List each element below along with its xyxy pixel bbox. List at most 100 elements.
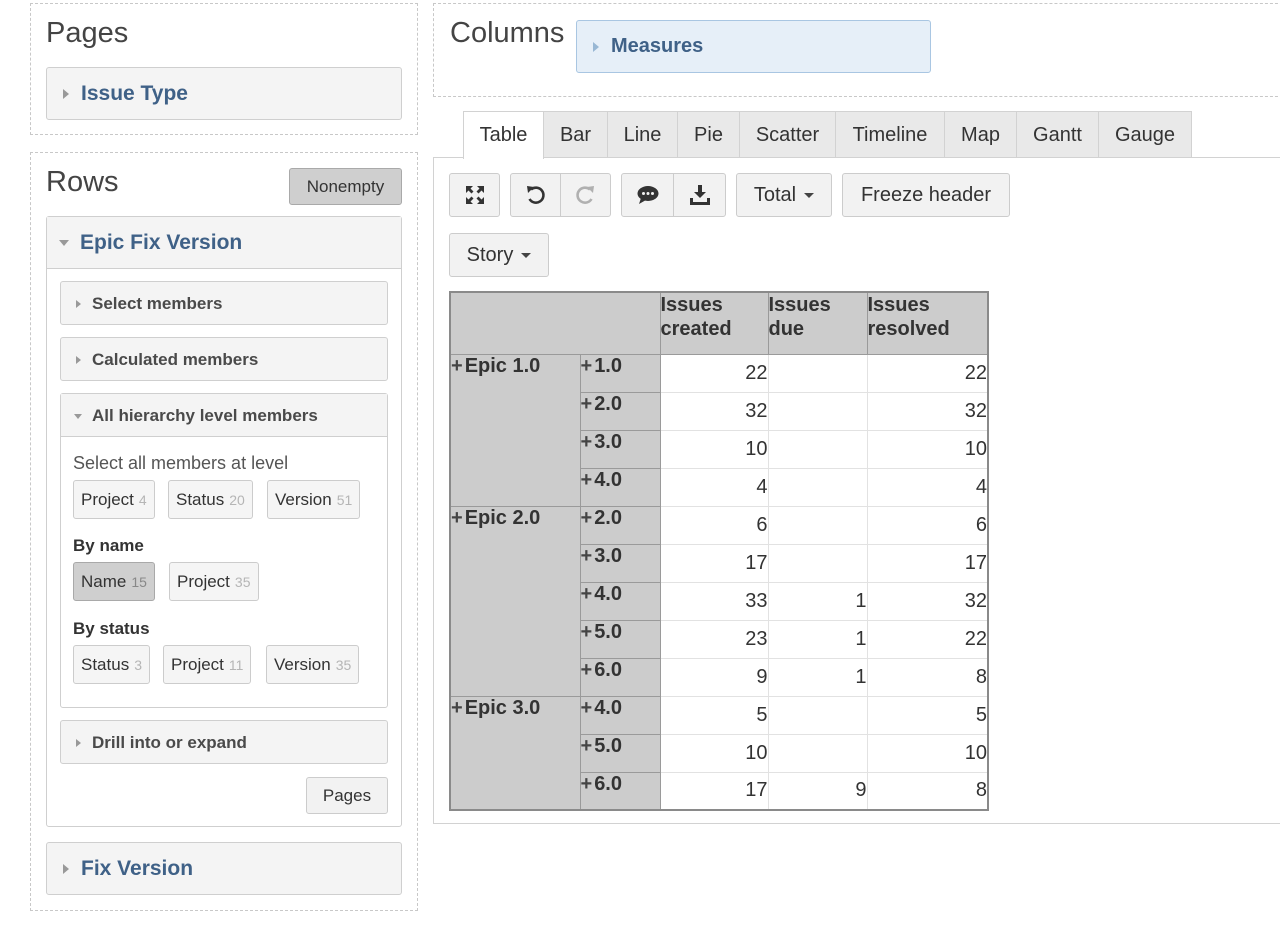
expand-plus-icon[interactable]: + (581, 621, 593, 643)
fix-version-dimension[interactable]: Fix Version (46, 842, 402, 895)
tab-line[interactable]: Line (607, 111, 678, 158)
expand-plus-icon[interactable]: + (581, 545, 593, 567)
column-header[interactable]: Issues created (659, 291, 769, 355)
by-status-chip-project[interactable]: Project 11 (163, 645, 252, 684)
comment-button[interactable] (622, 174, 674, 216)
version-name: 1.0 (594, 354, 622, 377)
table-body: + Epic 1.0 +1.0 22 22 +2.0 32 32 +3.0 10 10 +4.0 4 4 +… (449, 353, 989, 811)
tab-gantt[interactable]: Gantt (1016, 111, 1099, 158)
cell-created: 5 (659, 695, 769, 735)
cell-due (767, 505, 868, 545)
pages-button[interactable]: Pages (306, 777, 388, 814)
epic-fix-version-label: Epic Fix Version (80, 231, 243, 254)
expand-plus-icon[interactable]: + (581, 431, 593, 453)
expand-plus-icon[interactable]: + (581, 697, 593, 719)
freeze-header-button[interactable]: Freeze header (842, 173, 1010, 217)
tab-timeline[interactable]: Timeline (835, 111, 945, 158)
version-row-header[interactable]: +3.0 (579, 543, 661, 583)
all-hierarchy-header[interactable]: All hierarchy level members (61, 394, 387, 437)
cell-resolved: 32 (866, 391, 989, 431)
expand-plus-icon[interactable]: + (581, 735, 593, 757)
version-row-header[interactable]: +5.0 (579, 619, 661, 659)
cell-resolved: 10 (866, 429, 989, 469)
expand-plus-icon[interactable]: + (451, 697, 463, 719)
chip-count: 3 (134, 657, 142, 673)
tab-bar[interactable]: Bar (543, 111, 608, 158)
expand-plus-icon[interactable]: + (451, 355, 463, 377)
total-dropdown[interactable]: Total (736, 173, 832, 217)
tab-table[interactable]: Table (463, 111, 544, 159)
expand-plus-icon[interactable]: + (581, 773, 593, 795)
column-header[interactable]: Issues due (767, 291, 868, 355)
by-name-chip-project[interactable]: Project 35 (169, 562, 259, 601)
version-name: 3.0 (594, 544, 622, 567)
expand-plus-icon[interactable]: + (581, 583, 593, 605)
by-status-chip-version[interactable]: Version 35 (266, 645, 360, 684)
cell-resolved: 10 (866, 733, 989, 773)
expand-plus-icon[interactable]: + (581, 469, 593, 491)
collapse-down-icon (74, 414, 82, 419)
fullscreen-button[interactable] (449, 173, 500, 217)
measures-dimension[interactable]: Measures (576, 20, 931, 73)
by-status-label: By status (73, 619, 150, 638)
version-row-header[interactable]: +4.0 (579, 467, 661, 507)
cell-created: 23 (659, 619, 769, 659)
version-row-header[interactable]: +2.0 (579, 505, 661, 545)
version-name: 6.0 (594, 772, 622, 795)
select-members-section[interactable]: Select members (60, 281, 388, 325)
by-status-chip-status[interactable]: Status 3 (73, 645, 150, 684)
epic-fix-version-header[interactable]: Epic Fix Version (47, 217, 401, 269)
expand-right-icon (76, 739, 81, 747)
cell-due (767, 391, 868, 431)
story-dropdown[interactable]: Story (449, 233, 549, 277)
tab-pie[interactable]: Pie (677, 111, 740, 158)
rows-title: Rows (46, 166, 119, 198)
level-chip-version[interactable]: Version 51 (267, 480, 361, 519)
epic-row-header[interactable]: + Epic 2.0 (449, 505, 581, 697)
calculated-members-section[interactable]: Calculated members (60, 337, 388, 381)
cell-resolved: 5 (866, 695, 989, 735)
version-row-header[interactable]: +3.0 (579, 429, 661, 469)
version-row-header[interactable]: +2.0 (579, 391, 661, 431)
issue-type-dimension[interactable]: Issue Type (46, 67, 402, 120)
by-name-chip-name[interactable]: Name 15 (73, 562, 155, 601)
tab-gauge[interactable]: Gauge (1098, 111, 1192, 158)
column-header[interactable]: Issues resolved (866, 291, 989, 355)
expand-plus-icon[interactable]: + (451, 507, 463, 529)
cell-created: 10 (659, 429, 769, 469)
drill-into-section[interactable]: Drill into or expand (60, 720, 388, 764)
version-row-header[interactable]: +5.0 (579, 733, 661, 773)
version-name: 4.0 (594, 468, 622, 491)
cell-resolved: 8 (866, 771, 989, 811)
download-button[interactable] (674, 174, 725, 216)
expand-plus-icon[interactable]: + (581, 507, 593, 529)
version-row-header[interactable]: +6.0 (579, 657, 661, 697)
version-row-header[interactable]: +1.0 (579, 353, 661, 393)
version-row-header[interactable]: +6.0 (579, 771, 661, 811)
tab-map[interactable]: Map (944, 111, 1017, 158)
cell-due (767, 353, 868, 393)
columns-title: Columns (450, 17, 565, 49)
expand-plus-icon[interactable]: + (581, 393, 593, 415)
version-row-header[interactable]: +4.0 (579, 695, 661, 735)
nonempty-button[interactable]: Nonempty (289, 168, 402, 205)
level-chip-status[interactable]: Status 20 (168, 480, 253, 519)
epic-row-header[interactable]: + Epic 3.0 (449, 695, 581, 811)
chip-count: 15 (131, 574, 147, 590)
level-chip-project[interactable]: Project 4 (73, 480, 155, 519)
cell-due (767, 695, 868, 735)
undo-button[interactable] (511, 174, 561, 216)
measures-label: Measures (611, 35, 704, 57)
redo-button[interactable] (561, 174, 610, 216)
expand-right-icon (76, 300, 81, 308)
expand-plus-icon[interactable]: + (581, 659, 593, 681)
cell-resolved: 17 (866, 543, 989, 583)
columns-zone: Columns Measures (433, 3, 1280, 97)
download-icon (690, 185, 710, 205)
expand-plus-icon[interactable]: + (581, 355, 593, 377)
epic-row-header[interactable]: + Epic 1.0 (449, 353, 581, 507)
version-row-header[interactable]: +4.0 (579, 581, 661, 621)
total-label: Total (753, 184, 797, 206)
tab-scatter[interactable]: Scatter (739, 111, 836, 158)
chip-label: Project (177, 572, 230, 591)
